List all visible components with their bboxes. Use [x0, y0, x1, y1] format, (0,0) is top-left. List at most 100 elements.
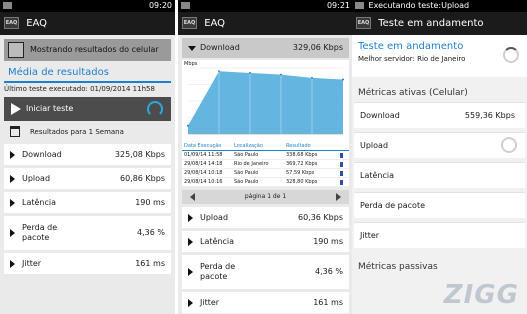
download-detail-screen: 09:21 EAQ EAQ Download 329,06 Kbps Mbps … — [178, 0, 353, 314]
chevron-right-icon — [188, 214, 193, 222]
chevron-right-icon — [10, 151, 15, 159]
home-screen: 09:20 EAQ EAQ Mostrando resultados do ce… — [0, 0, 175, 314]
metric-row-latency[interactable]: Latência 190 ms — [4, 192, 171, 213]
pager-text: página 1 de 1 — [244, 193, 287, 200]
row-label: Upload — [360, 141, 389, 150]
cell-result: 328,80 Kbps — [286, 179, 318, 185]
row-label: Perda de pacote — [360, 201, 426, 210]
speedometer-icon — [147, 101, 163, 117]
action-bar: EAQ EAQ — [0, 12, 175, 35]
chart-data-point — [342, 78, 344, 81]
action-bar: EAQ Teste em andamento — [352, 12, 527, 35]
chart-area-series — [188, 71, 343, 134]
metric-row-upload[interactable]: Upload 60,86 Kbps — [4, 168, 171, 189]
cell-date: 29/08/14 14:18 — [184, 161, 223, 167]
active-metrics-title: Métricas ativas (Celular) — [358, 88, 468, 98]
status-time: 09:21 — [326, 1, 350, 10]
col-date: Data Execução — [184, 143, 222, 149]
active-row-packet-loss: Perda de pacote — [354, 192, 525, 218]
download-label: Download — [200, 43, 240, 52]
download-expanded-header[interactable]: Download 329,06 Kbps — [182, 38, 349, 58]
metric-row-download[interactable]: Download 325,08 Kbps — [4, 144, 171, 165]
chevron-right-icon — [10, 260, 15, 268]
device-mode-banner[interactable]: Mostrando resultados do celular — [4, 39, 171, 61]
metric-value: 60,86 Kbps — [119, 174, 165, 183]
progress-card: Teste em andamento Melhor servidor: Rio … — [352, 35, 527, 77]
metric-value: 190 ms — [135, 198, 165, 207]
metric-row-packet-loss[interactable]: Perda de pacote 4,36 % — [182, 255, 349, 289]
delete-icon[interactable] — [340, 153, 343, 158]
period-label: Resultados para 1 Semana — [30, 128, 124, 136]
metric-value: 325,08 Kbps — [114, 150, 165, 159]
metric-label: Upload — [22, 174, 51, 183]
period-selector[interactable]: Resultados para 1 Semana — [4, 123, 171, 141]
loading-spinner-icon — [503, 47, 519, 63]
row-label: Download — [360, 111, 400, 120]
delete-icon[interactable] — [340, 162, 343, 167]
delete-icon[interactable] — [340, 171, 343, 176]
previous-page-icon[interactable] — [190, 193, 195, 201]
metric-row-latency[interactable]: Latência 190 ms — [182, 231, 349, 252]
cell-location: São Paulo — [234, 179, 259, 185]
metric-value: 161 ms — [135, 259, 165, 268]
metric-row-upload[interactable]: Upload 60,36 Kbps — [182, 207, 349, 228]
metric-label: Upload — [200, 213, 229, 222]
progress-heading: Teste em andamento — [358, 41, 464, 52]
metric-label: Download — [22, 150, 62, 159]
chevron-down-icon — [188, 46, 196, 51]
metric-label: Latência — [200, 237, 235, 246]
test-in-progress-screen: Executando teste:Upload EAQ Teste em and… — [352, 0, 527, 314]
table-row: 29/08/14 14:18 Rio de Janeiro 369,72 Kbps — [182, 160, 349, 169]
table-row: 29/08/14 10:18 São Paulo 57,59 Kbps — [182, 169, 349, 178]
metric-row-jitter[interactable]: Jitter 161 ms — [182, 292, 349, 313]
metric-row-jitter[interactable]: Jitter 161 ms — [4, 253, 171, 274]
results-table: Data Execução Localização Resultado 01/0… — [182, 142, 349, 187]
start-test-button[interactable]: Iniciar teste — [4, 97, 171, 121]
row-label: Latência — [360, 171, 395, 180]
app-title: EAQ — [26, 18, 48, 29]
notification-icon — [181, 2, 190, 9]
app-logo-icon: EAQ — [182, 17, 197, 29]
col-result: Resultado — [286, 143, 311, 149]
active-row-download: Download 559,36 Kbps — [354, 102, 525, 128]
metric-value: 4,36 % — [137, 228, 165, 237]
metric-label: Perda de pacote — [22, 223, 58, 242]
cell-result: 57,59 Kbps — [286, 170, 315, 176]
app-title: EAQ — [204, 18, 226, 29]
metric-value: 4,36 % — [315, 267, 343, 276]
status-bar: Executando teste:Upload — [352, 0, 527, 12]
metric-label: Jitter — [200, 298, 220, 307]
active-row-jitter: Jitter — [354, 222, 525, 248]
status-bar: 09:21 — [178, 0, 353, 12]
chevron-right-icon — [10, 229, 15, 237]
chevron-right-icon — [10, 199, 15, 207]
download-value: 329,06 Kbps — [292, 43, 343, 52]
next-page-icon[interactable] — [336, 193, 341, 201]
col-location: Localização — [234, 143, 263, 149]
metric-row-packet-loss[interactable]: Perda de pacote 4,36 % — [4, 216, 171, 250]
running-test-notice: Executando teste:Upload — [368, 1, 470, 10]
download-chart: Mbps — [182, 60, 349, 142]
cell-result: 369,72 Kbps — [286, 161, 318, 167]
chart-data-point — [187, 124, 189, 127]
cell-date: 01/09/14 11:58 — [184, 152, 223, 158]
metric-label: Jitter — [22, 259, 42, 268]
cell-date: 29/08/14 10:16 — [184, 179, 223, 185]
active-row-latency: Latência — [354, 162, 525, 188]
chevron-right-icon — [188, 299, 193, 307]
cell-location: São Paulo — [234, 152, 259, 158]
app-logo-icon: EAQ — [356, 17, 371, 29]
status-bar: 09:20 — [0, 0, 175, 12]
metric-value: 190 ms — [313, 237, 343, 246]
chart-icon — [8, 42, 24, 58]
metric-label: Perda de pacote — [200, 262, 236, 281]
calendar-icon — [10, 126, 20, 137]
delete-icon[interactable] — [340, 180, 343, 185]
chevron-right-icon — [10, 175, 15, 183]
section-title: Média de resultados — [4, 61, 171, 83]
metric-value: 161 ms — [313, 298, 343, 307]
table-header: Data Execução Localização Resultado — [182, 142, 349, 151]
download-area-chart — [187, 67, 344, 135]
table-row: 29/08/14 10:16 São Paulo 328,80 Kbps — [182, 178, 349, 187]
metric-value: 60,36 Kbps — [297, 213, 343, 222]
